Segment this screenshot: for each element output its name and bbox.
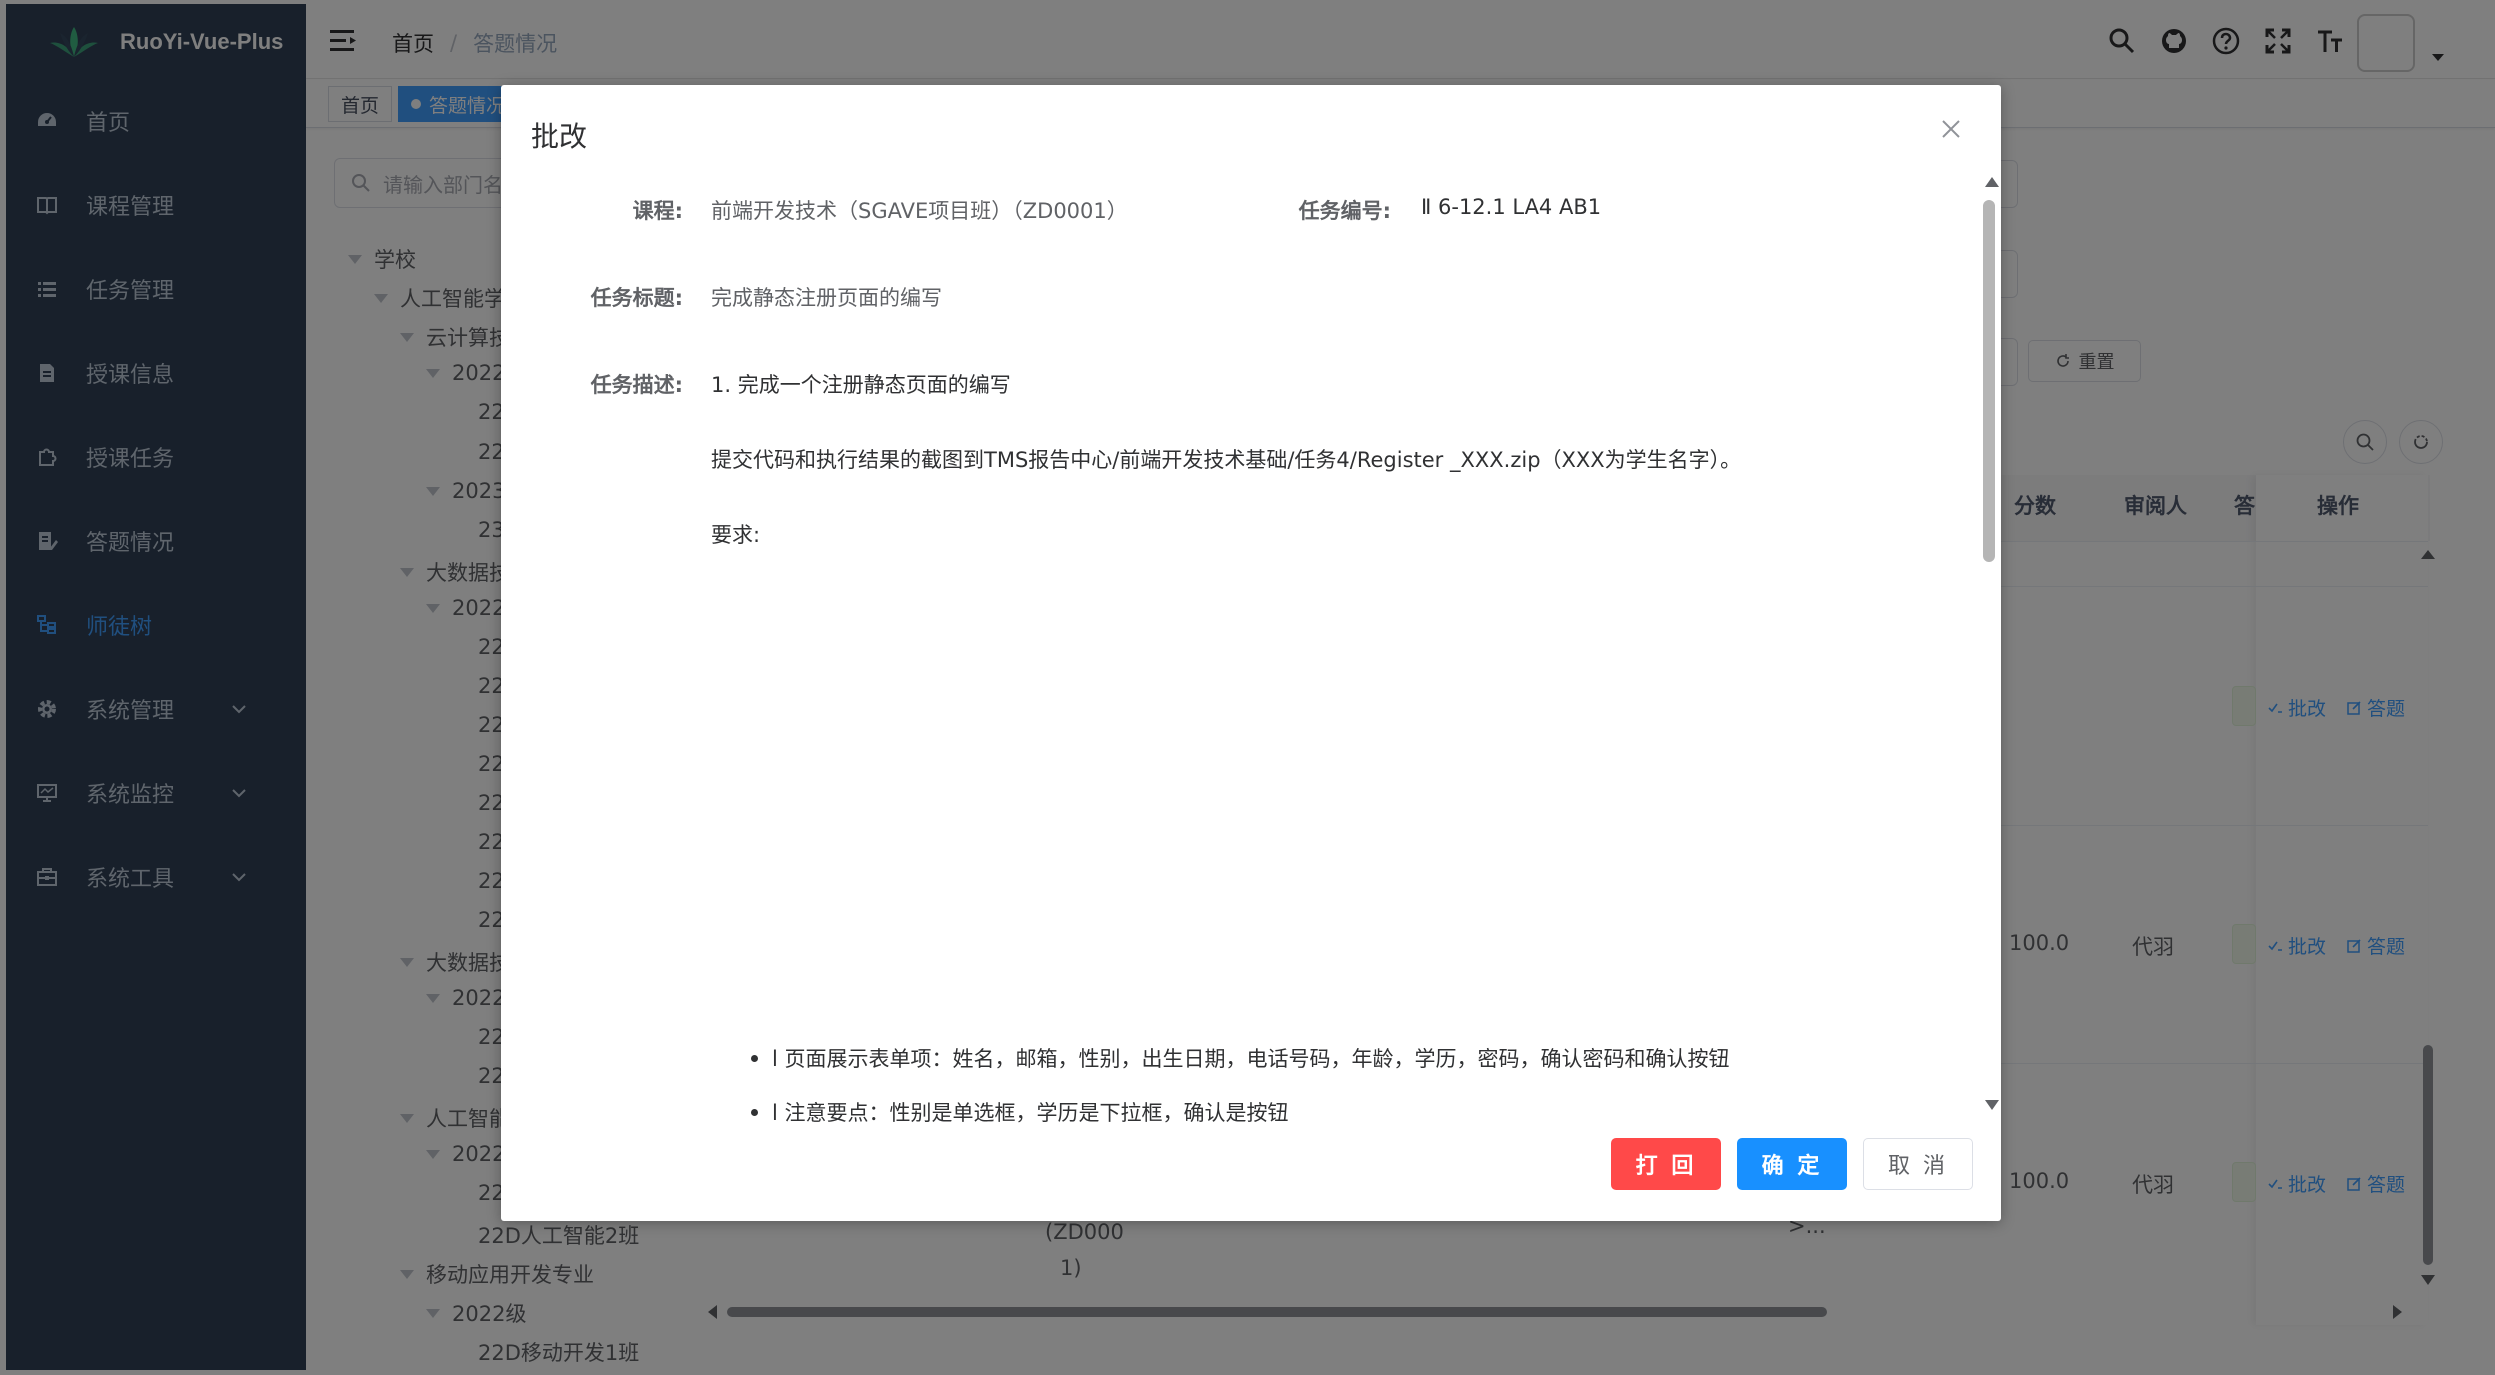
- description-line: 要求:: [711, 523, 761, 547]
- scroll-up-arrow[interactable]: [1985, 177, 1999, 187]
- scroll-down-arrow[interactable]: [1985, 1100, 1999, 1110]
- description-line: 提交代码和执行结果的截图到TMS报告中心/前端开发技术基础/任务4/Regist…: [711, 448, 1742, 472]
- requirement-bullet: l 页面展示表单项：姓名，邮箱，性别，出生日期，电话号码，年龄，学历，密码，确认…: [751, 1043, 1730, 1073]
- bullet-text: l 页面展示表单项：姓名，邮箱，性别，出生日期，电话号码，年龄，学历，密码，确认…: [772, 1047, 1730, 1071]
- bullet-text: l 注意要点：性别是单选框，学历是下拉框，确认是按钮: [772, 1101, 1289, 1125]
- task-description-label: 任务描述:: [590, 373, 683, 397]
- task-number-value: Ⅱ 6-12.1 LA4 AB1: [1421, 195, 1602, 219]
- cancel-button[interactable]: 取 消: [1863, 1138, 1973, 1190]
- course-label: 课程:: [632, 199, 683, 223]
- dialog-scrollbar-thumb[interactable]: [1983, 200, 1995, 562]
- task-number-label: 任务编号:: [1298, 199, 1391, 223]
- dialog-title: 批改: [531, 120, 588, 153]
- course-value: 前端开发技术（SGAVE项目班）（ZD0001）: [711, 199, 1128, 223]
- reject-button[interactable]: 打 回: [1611, 1138, 1721, 1190]
- task-title-label: 任务标题:: [590, 286, 683, 310]
- confirm-button[interactable]: 确 定: [1737, 1138, 1847, 1190]
- close-icon[interactable]: [1941, 119, 1961, 139]
- review-dialog: 批改 课程: 前端开发技术（SGAVE项目班）（ZD0001） 任务编号: Ⅱ …: [501, 85, 2001, 1221]
- task-title-value: 完成静态注册页面的编写: [711, 286, 942, 310]
- description-line: 1. 完成一个注册静态页面的编写: [711, 373, 1011, 397]
- requirement-bullet: l 注意要点：性别是单选框，学历是下拉框，确认是按钮: [751, 1097, 1289, 1127]
